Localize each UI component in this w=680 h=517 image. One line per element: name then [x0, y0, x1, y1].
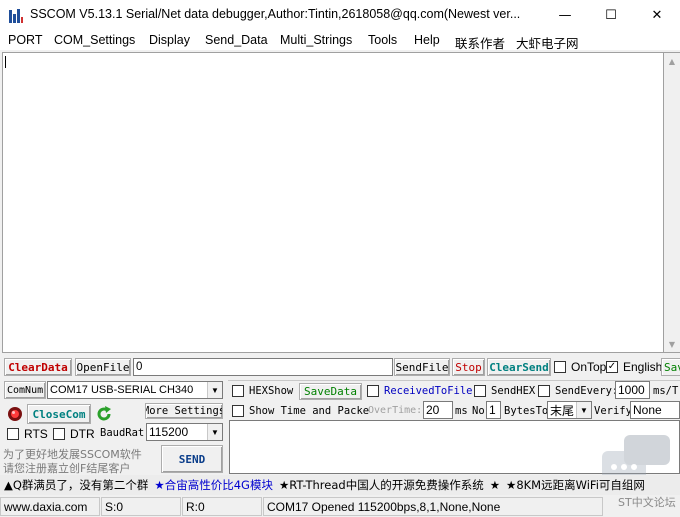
received-to-file-checkbox[interactable]	[367, 385, 379, 397]
send-hex-label: SendHEX	[491, 385, 536, 397]
stop-button[interactable]: Stop	[452, 358, 485, 376]
status-received-count: R:0	[182, 497, 262, 516]
clear-data-button[interactable]: ClearData	[4, 358, 72, 376]
receive-area[interactable]	[2, 52, 664, 353]
rts-label: RTS	[24, 427, 48, 441]
text-caret	[5, 56, 6, 68]
promo-line-2: 请您注册嘉立创F结尾客户	[3, 462, 131, 475]
menu-send-data[interactable]: Send_Data	[205, 33, 268, 47]
notice-item-rtthread[interactable]: ★RT-Thread中国人的开源免费操作系统	[279, 477, 484, 493]
menu-help[interactable]: Help	[414, 33, 440, 47]
port-select-value: COM17 USB-SERIAL CH340	[50, 384, 194, 396]
scroll-down-icon[interactable]: ▼	[664, 336, 680, 352]
send-hex-checkbox[interactable]	[474, 385, 486, 397]
baud-rate-select[interactable]: 115200 ▼	[146, 423, 223, 441]
minimize-button[interactable]: —	[542, 0, 588, 30]
ending-value: 末尾	[550, 403, 575, 418]
chevron-down-icon: ▼	[207, 382, 222, 398]
english-label: English	[623, 360, 663, 374]
status-port-state: COM17 Opened 115200bps,8,1,None,None	[263, 497, 603, 516]
clear-send-button[interactable]: ClearSend	[487, 358, 551, 376]
on-top-checkbox[interactable]	[554, 361, 566, 373]
dtr-checkbox[interactable]	[53, 428, 65, 440]
save-data-button[interactable]: SaveData	[299, 383, 362, 400]
window-title: SSCOM V5.13.1 Serial/Net data debugger,A…	[30, 7, 521, 21]
save-button[interactable]: Sav	[661, 358, 680, 376]
menu-com-settings[interactable]: COM_Settings	[54, 33, 135, 47]
status-website[interactable]: www.daxia.com	[0, 497, 100, 516]
status-bar: www.daxia.com S:0 R:0 COM17 Opened 11520…	[0, 496, 680, 517]
notice-item-4g[interactable]: ★合宙高性价比4G模块	[154, 477, 273, 493]
hex-show-checkbox[interactable]	[232, 385, 244, 397]
notice-item-star: ★	[489, 478, 501, 492]
maximize-button[interactable]: ☐	[588, 0, 634, 30]
close-com-button[interactable]: CloseCom	[27, 404, 91, 424]
scroll-up-icon[interactable]: ▲	[664, 53, 680, 69]
packet-no-input[interactable]: 1	[486, 401, 501, 419]
file-path-field[interactable]: 0	[133, 358, 393, 376]
english-checkbox[interactable]: ✓	[606, 361, 618, 373]
baud-rate-label: BaudRat	[100, 427, 145, 439]
packet-no-label: No	[472, 405, 485, 417]
baud-rate-value: 115200	[149, 425, 189, 439]
title-bar[interactable]: SSCOM V5.13.1 Serial/Net data debugger,A…	[0, 0, 680, 30]
dtr-label: DTR	[70, 427, 95, 441]
watermark-text: ST中文论坛	[618, 496, 676, 509]
notice-item-wifi[interactable]: ★8KM远距离WiFi可自组网	[506, 477, 645, 493]
receive-scrollbar[interactable]: ▲ ▼	[664, 52, 680, 353]
menu-bar: PORT COM_Settings Display Send_Data Mult…	[0, 30, 680, 51]
chevron-down-icon: ▼	[207, 424, 222, 440]
app-icon	[9, 9, 23, 23]
verify-label: Verify	[594, 405, 632, 417]
verify-select[interactable]: None	[630, 401, 680, 419]
chevron-down-icon: ▼	[576, 402, 591, 418]
notice-item-group[interactable]: ▲Q群满员了，没有第二个群	[4, 477, 148, 493]
menu-tools[interactable]: Tools	[368, 33, 397, 47]
rts-checkbox[interactable]	[7, 428, 19, 440]
more-settings-button[interactable]: More Settings	[145, 403, 223, 419]
refresh-icon[interactable]	[95, 405, 113, 423]
bytes-to-label: BytesTo	[504, 405, 549, 417]
close-button[interactable]: ✕	[634, 0, 680, 30]
interval-input[interactable]: 1000	[615, 381, 650, 399]
port-select[interactable]: COM17 USB-SERIAL CH340 ▼	[47, 381, 223, 399]
menu-port[interactable]: PORT	[8, 33, 43, 47]
port-status-icon	[8, 407, 22, 421]
received-to-file-label: ReceivedToFile	[384, 385, 473, 397]
show-time-label: Show Time and Packe	[249, 405, 370, 417]
menu-multi-strings[interactable]: Multi_Strings	[280, 33, 352, 47]
menu-display[interactable]: Display	[149, 33, 190, 47]
overtime-unit-label: ms	[455, 405, 468, 417]
send-file-button[interactable]: SendFile	[394, 358, 450, 376]
ending-select[interactable]: 末尾 ▼	[547, 401, 592, 419]
overtime-label: OverTime:	[368, 405, 423, 416]
send-every-label: SendEvery:	[555, 385, 619, 397]
comnum-button[interactable]: ComNum	[4, 381, 46, 399]
overtime-input[interactable]: 20	[423, 401, 453, 419]
menu-daxia-site[interactable]: 大虾电子网	[516, 33, 579, 52]
interval-unit-label: ms/T	[653, 385, 679, 397]
status-sent-count: S:0	[101, 497, 181, 516]
notice-bar: ▲Q群满员了，没有第二个群 ★合宙高性价比4G模块 ★RT-Thread中国人的…	[0, 475, 680, 495]
send-button[interactable]: SEND	[161, 445, 223, 473]
show-time-checkbox[interactable]	[232, 405, 244, 417]
hex-show-label: HEXShow	[249, 385, 294, 397]
menu-contact-author[interactable]: 联系作者	[455, 33, 505, 52]
on-top-label: OnTop	[571, 360, 607, 374]
open-file-button[interactable]: OpenFile	[75, 358, 131, 376]
send-every-checkbox[interactable]	[538, 385, 550, 397]
